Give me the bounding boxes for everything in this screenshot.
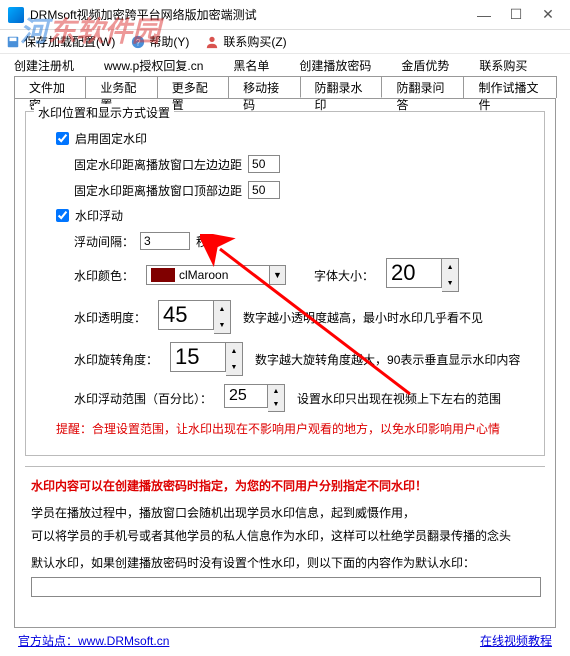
fixed-watermark-label: 启用固定水印	[75, 130, 147, 147]
app-icon	[8, 7, 24, 23]
maximize-button[interactable]: ☐	[502, 5, 530, 25]
close-button[interactable]: ✕	[534, 5, 562, 25]
divider	[25, 466, 545, 467]
float-watermark-checkbox[interactable]	[56, 209, 69, 222]
toolbar-register[interactable]: 创建注册机	[14, 57, 74, 74]
range-label: 水印浮动范围（百分比）：	[74, 390, 212, 407]
tab-mobile[interactable]: 移动接码	[228, 76, 300, 98]
default-wm-input[interactable]	[31, 577, 541, 597]
fixed-left-label: 固定水印距离播放窗口左边边距	[74, 156, 242, 173]
tab-qa[interactable]: 防翻录问答	[381, 76, 464, 98]
tab-watermark[interactable]: 防翻录水印	[300, 76, 383, 98]
footer-left: 官方站点：www.DRMsoft.cn	[18, 632, 169, 649]
help-icon: ?	[131, 35, 145, 49]
color-swatch	[151, 268, 175, 282]
toolbar-auth[interactable]: www.p授权回复.cn	[104, 57, 203, 74]
opacity-hint: 数字越小透明度越高，最小时水印几乎看不见	[243, 309, 483, 326]
fixed-left-input[interactable]	[248, 155, 280, 173]
interval-unit: 秒	[196, 233, 208, 250]
toolbar-blacklist[interactable]: 黑名单	[233, 57, 269, 74]
minimize-button[interactable]: —	[470, 5, 498, 25]
menu-help[interactable]: ? 帮助(Y)	[131, 33, 189, 50]
range-spinner[interactable]: ▲▼	[224, 384, 285, 412]
group-title: 水印位置和显示方式设置	[34, 104, 174, 121]
tab-file-encrypt[interactable]: 文件加密	[14, 76, 86, 98]
tab-trial[interactable]: 制作试播文件	[463, 76, 557, 98]
rotate-hint: 数字越大旋转角度越大，90表示垂直显示水印内容	[255, 351, 520, 368]
fixed-top-input[interactable]	[248, 181, 280, 199]
toolbar-contact[interactable]: 联系购买	[479, 57, 527, 74]
opacity-label: 水印透明度：	[74, 309, 146, 326]
red-notice: 水印内容可以在创建播放密码时指定，为您的不同用户分别指定不同水印！	[31, 477, 539, 494]
chevron-down-icon: ▼	[269, 266, 285, 284]
range-hint: 设置水印只出现在视频上下左右的范围	[297, 390, 501, 407]
spin-up-icon[interactable]: ▲	[442, 259, 458, 275]
toolbar-createpw[interactable]: 创建播放密码	[299, 57, 371, 74]
opacity-spinner[interactable]: ▲▼	[158, 300, 231, 334]
window-title: DRMsoft视频加密跨平台网络版加密端测试	[30, 6, 470, 23]
tab-biz-config[interactable]: 业务配置	[85, 76, 157, 98]
interval-label: 浮动间隔：	[74, 233, 134, 250]
menu-save-config[interactable]: 保存加载配置(W)	[6, 33, 115, 50]
interval-input[interactable]	[140, 232, 190, 250]
official-site-link[interactable]: www.DRMsoft.cn	[78, 634, 169, 648]
default-wm-label: 默认水印，如果创建播放密码时没有设置个性水印，则以下面的内容作为默认水印：	[31, 554, 539, 571]
spin-down-icon[interactable]: ▼	[442, 275, 458, 291]
menu-buy[interactable]: 联系购买(Z)	[205, 33, 286, 50]
contact-icon	[205, 35, 219, 49]
svg-text:?: ?	[136, 37, 141, 47]
color-select[interactable]: clMaroon ▼	[146, 265, 286, 285]
rotate-label: 水印旋转角度：	[74, 351, 158, 368]
fixed-watermark-checkbox[interactable]	[56, 132, 69, 145]
save-icon	[6, 35, 20, 49]
toolbar-advantage[interactable]: 金盾优势	[401, 57, 449, 74]
float-watermark-label: 水印浮动	[75, 207, 123, 224]
range-warning: 提醒：合理设置范围，让水印出现在不影响用户观看的地方，以免水印影响用户心情	[56, 420, 532, 437]
fixed-top-label: 固定水印距离播放窗口顶部边距	[74, 182, 242, 199]
video-tutorial-link[interactable]: 在线视频教程	[480, 632, 552, 649]
fontsize-label: 字体大小：	[314, 267, 374, 284]
tab-more-config[interactable]: 更多配置	[157, 76, 229, 98]
desc-line2: 可以将学员的手机号或者其他学员的私人信息作为水印，这样可以杜绝学员翻录传播的念头	[31, 527, 539, 544]
desc-line1: 学员在播放过程中，播放窗口会随机出现学员水印信息，起到威慑作用，	[31, 504, 539, 521]
color-label: 水印颜色：	[74, 267, 134, 284]
fontsize-spinner[interactable]: ▲▼	[386, 258, 459, 292]
rotate-spinner[interactable]: ▲▼	[170, 342, 243, 376]
